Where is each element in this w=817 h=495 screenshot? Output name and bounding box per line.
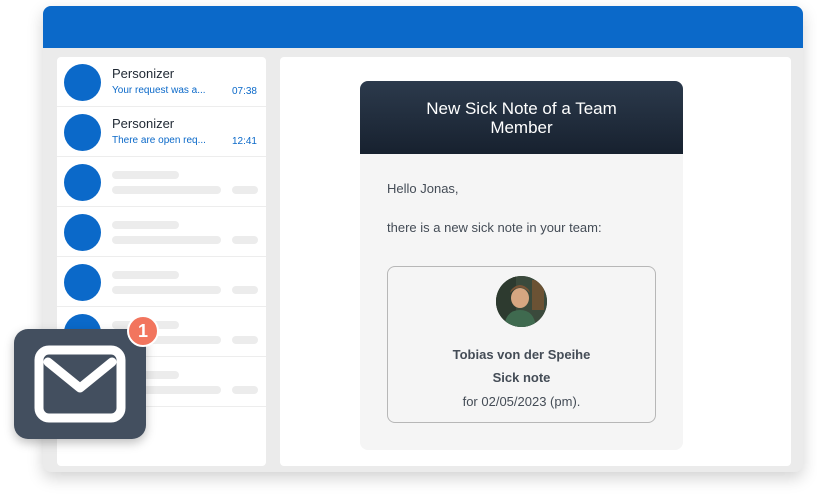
placeholder-bar [112,171,179,179]
mail-icon [34,345,126,423]
employee-name: Tobias von der Speihe [452,347,591,362]
note-type: Sick note [492,370,551,385]
sender-name: Personizer [112,116,175,131]
email-title: New Sick Note of a Team Member [360,81,683,154]
message-time: 07:38 [231,86,257,97]
mail-app-tile[interactable] [14,329,146,439]
placeholder-bar [232,386,258,394]
message-preview: Your request was a... [112,85,206,96]
avatar [64,264,101,301]
placeholder-bar [232,186,258,194]
message-time: 12:41 [231,136,257,147]
placeholder-bar [112,271,179,279]
placeholder-bar [232,236,258,244]
avatar [64,64,101,101]
app-window: Personizer Your request was a... 07:38 P… [43,6,803,472]
sick-note-card: Tobias von der Speihe Sick note for 02/0… [387,266,656,423]
email-intro: there is a new sick note in your team: [387,220,602,235]
email-greeting: Hello Jonas, [387,181,459,196]
list-item-placeholder[interactable] [57,157,266,207]
notification-badge: 1 [127,315,159,347]
email-card: New Sick Note of a Team Member Hello Jon… [360,81,683,450]
placeholder-bar [232,286,258,294]
message-preview: There are open req... [112,135,206,146]
placeholder-bar [112,186,221,194]
placeholder-bar [112,236,221,244]
list-item[interactable]: Personizer Your request was a... 07:38 [57,57,266,107]
avatar [64,114,101,151]
avatar [64,164,101,201]
email-view: New Sick Note of a Team Member Hello Jon… [280,57,791,466]
placeholder-bar [112,221,179,229]
sender-name: Personizer [112,66,175,81]
list-item-placeholder[interactable] [57,257,266,307]
note-date: for 02/05/2023 (pm). [462,394,581,409]
avatar [64,214,101,251]
list-item-placeholder[interactable] [57,207,266,257]
employee-photo [496,276,547,327]
placeholder-bar [232,336,258,344]
placeholder-bar [112,286,221,294]
list-item[interactable]: Personizer There are open req... 12:41 [57,107,266,157]
window-header [43,6,803,48]
